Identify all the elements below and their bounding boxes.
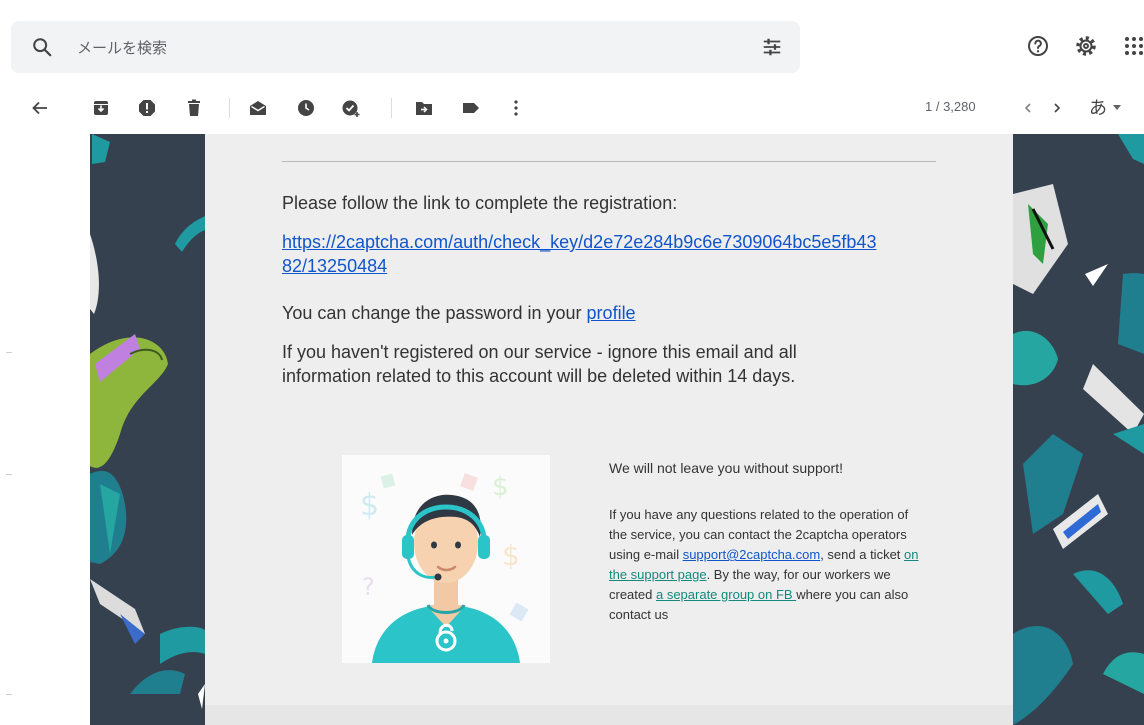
support-email-link[interactable]: support@2captcha.com [683,547,821,562]
search-options-icon[interactable] [761,36,783,58]
search-icon[interactable] [31,36,53,58]
password-change-text: You can change the password in your prof… [282,301,636,325]
toolbar-divider [229,98,230,118]
message-toolbar: 1 / 3,280 あ [0,82,1144,134]
delete-icon[interactable] [184,98,204,118]
margin-mark [6,474,12,475]
add-to-tasks-icon[interactable] [341,98,361,118]
ignore-notice-line2: information related to this account will… [282,366,796,386]
email-body-area: Please follow the link to complete the r… [0,134,1144,725]
move-to-icon[interactable] [414,98,434,118]
email-content-card: Please follow the link to complete the r… [205,134,1013,725]
support-operator-illustration: $ $ $ ? [342,455,550,663]
facebook-group-link[interactable]: a separate group on FB [656,587,796,602]
label-icon[interactable] [461,98,481,118]
support-heading: We will not leave you without support! [609,460,843,476]
svg-text:?: ? [362,573,375,601]
support-text-part2: , send a ticket [820,547,905,562]
chevron-left-icon[interactable] [1018,98,1038,118]
svg-text:$: $ [492,472,509,502]
margin-mark [6,352,12,353]
back-arrow-icon[interactable] [30,98,50,118]
dinosaur-pattern-image [1013,134,1144,725]
profile-link[interactable]: profile [587,303,636,323]
horizontal-rule [282,161,936,162]
registration-link[interactable]: https://2captcha.com/auth/check_key/d2e7… [282,232,876,276]
search-input[interactable] [75,35,679,61]
registration-link-line1: https://2captcha.com/auth/check_key/d2e7… [282,232,877,252]
top-bar [0,0,1144,82]
input-language-dropdown-icon[interactable] [1113,105,1121,110]
mark-unread-icon[interactable] [248,98,268,118]
ignore-notice-line1: If you haven't registered on our service… [282,342,797,362]
decorative-background-right [1013,134,1144,725]
input-language-button[interactable]: あ [1089,94,1107,120]
registration-link-line2: 82/13250484 [282,256,388,276]
registration-instruction: Please follow the link to complete the r… [282,193,678,213]
pagination-count: 1 / 3,280 [925,99,976,114]
apps-icon[interactable] [1122,34,1144,58]
settings-icon[interactable] [1074,34,1098,58]
registration-link-block: https://2captcha.com/auth/check_key/d2e7… [282,230,876,278]
margin-mark [6,694,12,695]
chevron-right-icon[interactable] [1047,98,1067,118]
dinosaur-pattern-image [90,134,205,709]
card-footer-band [205,705,1013,725]
report-spam-icon[interactable] [137,98,157,118]
more-icon[interactable] [506,98,526,118]
password-change-label: You can change the password in your [282,303,587,323]
toolbar-divider [391,98,392,118]
search-bar[interactable] [11,21,800,73]
decorative-background-left [90,134,205,725]
svg-text:$: $ [502,539,520,572]
ignore-notice: If you haven't registered on our service… [282,340,797,388]
support-text: If you have any questions related to the… [609,505,927,625]
archive-icon[interactable] [91,98,111,118]
svg-text:$: $ [360,488,379,523]
snooze-icon[interactable] [296,98,316,118]
help-icon[interactable] [1026,34,1050,58]
